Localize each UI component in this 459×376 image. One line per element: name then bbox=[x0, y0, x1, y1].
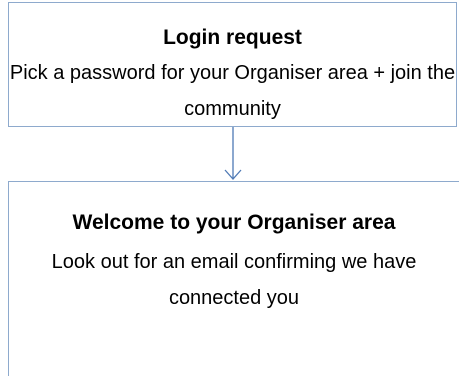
step-box-login-request: Login request Pick a password for your O… bbox=[8, 2, 457, 127]
step-box-welcome: Welcome to your Organiser area Look out … bbox=[8, 181, 459, 376]
step-description: Look out for an email confirming we have… bbox=[51, 251, 417, 309]
step-description: Pick a password for your Organiser area … bbox=[9, 62, 456, 120]
down-arrow-connector bbox=[224, 127, 242, 180]
step-title: Welcome to your Organiser area bbox=[72, 211, 396, 234]
step-title: Login request bbox=[163, 26, 302, 49]
